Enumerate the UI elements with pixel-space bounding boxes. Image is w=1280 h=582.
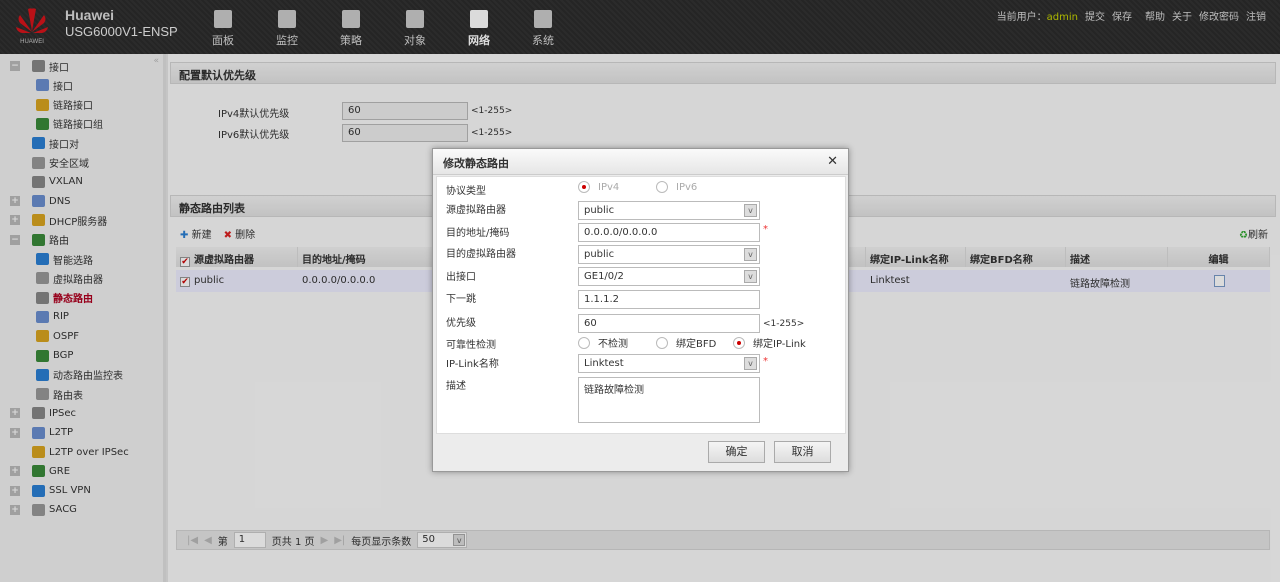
radio-ipv6[interactable]: IPv6 (656, 181, 697, 193)
edit-static-route-dialog: 修改静态路由 ✕ 协议类型 IPv4 IPv6 源虚拟路由器 public v 目… (432, 148, 849, 472)
chevron-down-icon: v (744, 248, 757, 261)
radio-ipv4[interactable]: IPv4 (578, 181, 619, 193)
src-vr-select[interactable]: public v (578, 201, 760, 220)
iplink-select[interactable]: Linktest v (578, 354, 760, 373)
radio-no-check[interactable]: 不检测 (578, 335, 628, 350)
out-interface-select[interactable]: GE1/0/2 v (578, 267, 760, 286)
dialog-body: 协议类型 IPv4 IPv6 源虚拟路由器 public v 目的地址/掩码 0.… (436, 176, 846, 434)
description-textarea[interactable]: 链路故障检测 (578, 377, 760, 423)
close-icon[interactable]: ✕ (827, 154, 838, 169)
chevron-down-icon: v (744, 204, 757, 217)
ok-button[interactable]: 确定 (708, 441, 765, 463)
dest-input[interactable]: 0.0.0.0/0.0.0.0 (578, 223, 760, 242)
chevron-down-icon: v (744, 270, 757, 283)
next-hop-input[interactable]: 1.1.1.2 (578, 290, 760, 309)
dst-vr-select[interactable]: public v (578, 245, 760, 264)
priority-input[interactable]: 60 (578, 314, 760, 333)
dialog-title: 修改静态路由 (433, 149, 848, 175)
radio-bind-bfd[interactable]: 绑定BFD (656, 335, 716, 350)
radio-bind-iplink[interactable]: 绑定IP-Link (733, 335, 806, 350)
cancel-button[interactable]: 取消 (774, 441, 831, 463)
chevron-down-icon: v (744, 357, 757, 370)
